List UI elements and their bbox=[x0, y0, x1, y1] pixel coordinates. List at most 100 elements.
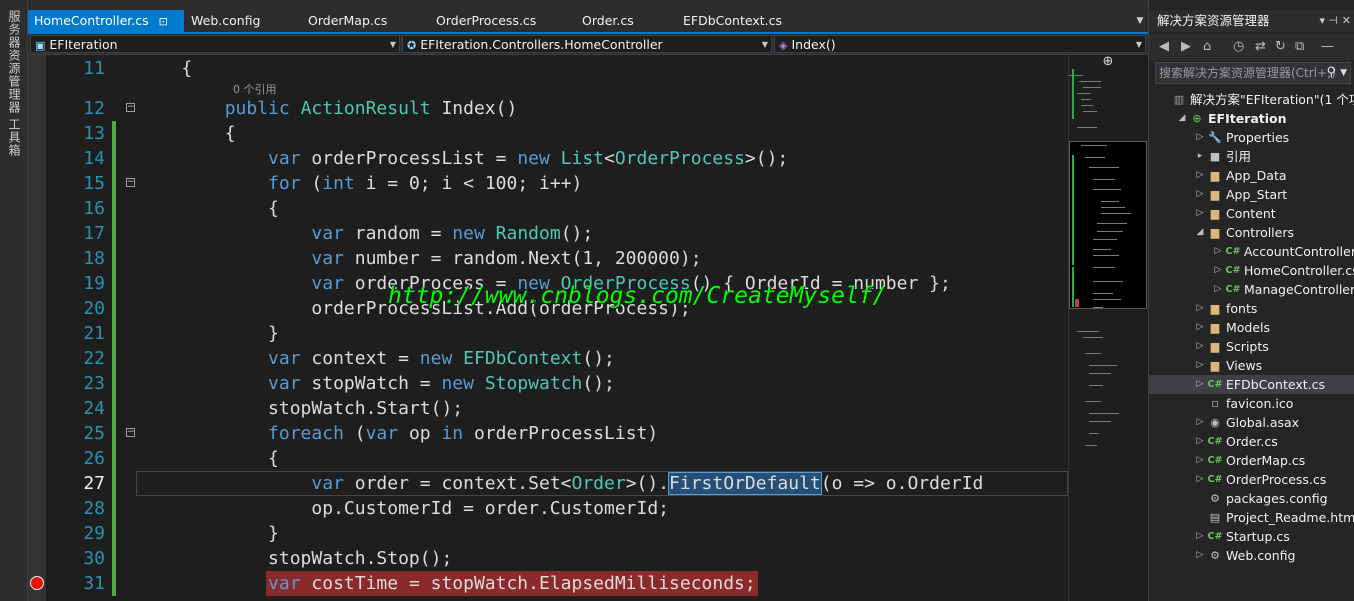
code-text[interactable]: { bbox=[138, 446, 279, 471]
code-text[interactable]: var costTime = stopWatch.ElapsedMillisec… bbox=[138, 571, 756, 596]
collapsed-arrow-icon[interactable]: ▷ bbox=[1195, 375, 1205, 394]
code-text[interactable]: var orderProcessList = new List<OrderPro… bbox=[138, 146, 788, 171]
pin-icon[interactable]: ⊡ bbox=[159, 15, 168, 28]
minimap-scrollbar[interactable]: ⊕ bbox=[1068, 55, 1149, 601]
code-line[interactable]: 31 var costTime = stopWatch.ElapsedMilli… bbox=[28, 571, 1068, 596]
code-text[interactable]: foreach (var op in orderProcessList) bbox=[138, 421, 658, 446]
back-icon[interactable]: ◀ bbox=[1159, 39, 1169, 54]
code-line[interactable]: 27 var order = context.Set<Order>().Firs… bbox=[28, 471, 1068, 496]
code-text[interactable]: { bbox=[138, 121, 236, 146]
window-position-icon[interactable]: ▾ bbox=[1319, 10, 1325, 32]
sync-icon[interactable]: ⇄ bbox=[1255, 39, 1266, 54]
collapsed-arrow-icon[interactable]: ▷ bbox=[1195, 470, 1205, 489]
pending-changes-filter-icon[interactable]: ◷ bbox=[1233, 39, 1244, 54]
tree-item-controllers[interactable]: ◢ ▆ Controllers bbox=[1149, 223, 1354, 242]
code-text[interactable]: var stopWatch = new Stopwatch(); bbox=[138, 371, 615, 396]
collapsed-arrow-icon[interactable]: ▷ bbox=[1195, 337, 1205, 356]
code-line[interactable]: 24 stopWatch.Start(); bbox=[28, 396, 1068, 421]
tree-item-scripts[interactable]: ▷ ▆ Scripts bbox=[1149, 337, 1354, 356]
collapsed-arrow-icon[interactable]: ▸ bbox=[1195, 147, 1205, 166]
code-line[interactable]: 16 { bbox=[28, 196, 1068, 221]
code-line[interactable]: 30 stopWatch.Stop(); bbox=[28, 546, 1068, 571]
collapse-icon[interactable]: − bbox=[126, 428, 135, 437]
tree-item-views[interactable]: ▷ ▆ Views bbox=[1149, 356, 1354, 375]
tree-item-project[interactable]: ◢ ⊕ EFIteration bbox=[1149, 109, 1354, 128]
expanded-arrow-icon[interactable]: ◢ bbox=[1177, 109, 1187, 128]
collapse-icon[interactable]: − bbox=[126, 103, 135, 112]
code-line[interactable]: 28 op.CustomerId = order.CustomerId; bbox=[28, 496, 1068, 521]
code-text[interactable]: var context = new EFDbContext(); bbox=[138, 346, 615, 371]
search-icon[interactable]: ⚲ bbox=[1326, 63, 1336, 83]
collapse-icon[interactable]: − bbox=[126, 178, 135, 187]
tab-efdbcontext[interactable]: EFDbContext.cs bbox=[683, 10, 782, 32]
collapsed-arrow-icon[interactable]: ▷ bbox=[1213, 242, 1223, 261]
solution-search-input[interactable]: 搜索解决方案资源管理器(Ctrl+;) ⚲ ▼ bbox=[1155, 62, 1351, 84]
tree-item-content[interactable]: ▷ ▆ Content bbox=[1149, 204, 1354, 223]
code-line[interactable]: 23 var stopWatch = new Stopwatch(); bbox=[28, 371, 1068, 396]
tab-web-config[interactable]: Web.config bbox=[191, 10, 260, 32]
code-text[interactable]: for (int i = 0; i < 100; i++) bbox=[138, 171, 582, 196]
code-line[interactable]: 29 } bbox=[28, 521, 1068, 546]
code-line[interactable]: 15 − for (int i = 0; i < 100; i++) bbox=[28, 171, 1068, 196]
code-text[interactable]: } bbox=[138, 321, 279, 346]
collapsed-arrow-icon[interactable]: ▷ bbox=[1195, 185, 1205, 204]
code-text[interactable]: } bbox=[138, 521, 279, 546]
tree-item-global-asax[interactable]: ▷ ◉ Global.asax bbox=[1149, 413, 1354, 432]
tree-item-models[interactable]: ▷ ▆ Models bbox=[1149, 318, 1354, 337]
close-icon[interactable]: ✕ bbox=[1342, 10, 1351, 32]
code-text[interactable]: stopWatch.Start(); bbox=[138, 396, 463, 421]
code-text[interactable]: { bbox=[138, 196, 279, 221]
expanded-arrow-icon[interactable]: ◢ bbox=[1195, 223, 1205, 242]
collapsed-arrow-icon[interactable]: ▷ bbox=[1195, 166, 1205, 185]
collapsed-arrow-icon[interactable]: ▷ bbox=[1195, 299, 1205, 318]
collapsed-arrow-icon[interactable]: ▷ bbox=[1195, 451, 1205, 470]
tab-overflow-dropdown-icon[interactable]: ▼ bbox=[1132, 10, 1148, 32]
toolbox-tab[interactable]: 工具箱 bbox=[6, 118, 23, 157]
auto-hide-pin-icon[interactable]: ⊣ bbox=[1328, 10, 1338, 32]
chevron-down-icon[interactable]: ▼ bbox=[1340, 63, 1347, 83]
breakpoint-icon[interactable] bbox=[30, 576, 44, 590]
code-line[interactable]: 13 { bbox=[28, 121, 1068, 146]
code-text[interactable]: var order = context.Set<Order>().FirstOr… bbox=[138, 471, 983, 496]
tree-item-solution[interactable]: ▥ 解决方案"EFIteration"(1 个项目) bbox=[1149, 90, 1354, 109]
refresh-icon[interactable]: ↻ bbox=[1275, 39, 1286, 54]
tree-item--[interactable]: ▸ ■ 引用 bbox=[1149, 147, 1354, 166]
forward-icon[interactable]: ▶ bbox=[1181, 39, 1191, 54]
code-line[interactable]: 12 − public ActionResult Index() bbox=[28, 96, 1068, 121]
code-line[interactable]: 11 { bbox=[28, 56, 1068, 81]
tab-homecontroller[interactable]: HomeController.cs ⊡ ✕ bbox=[28, 10, 184, 51]
code-line[interactable]: 17 var random = new Random(); bbox=[28, 221, 1068, 246]
collapsed-arrow-icon[interactable]: ▷ bbox=[1213, 261, 1223, 280]
code-line[interactable]: 26 { bbox=[28, 446, 1068, 471]
tree-item-packages-config[interactable]: ⚙ packages.config bbox=[1149, 489, 1354, 508]
collapsed-arrow-icon[interactable]: ▷ bbox=[1195, 527, 1205, 546]
tree-item-app-data[interactable]: ▷ ▆ App_Data bbox=[1149, 166, 1354, 185]
split-view-icon[interactable]: ⊕ bbox=[1073, 55, 1143, 69]
code-text[interactable]: { bbox=[138, 56, 192, 81]
home-icon[interactable]: ⌂ bbox=[1203, 39, 1211, 54]
codelens-references[interactable]: 0 个引用 bbox=[233, 81, 277, 97]
code-line[interactable]: 25 − foreach (var op in orderProcessList) bbox=[28, 421, 1068, 446]
tab-order[interactable]: Order.cs bbox=[582, 10, 634, 32]
tree-item-app-start[interactable]: ▷ ▆ App_Start bbox=[1149, 185, 1354, 204]
tree-item-fonts[interactable]: ▷ ▆ fonts bbox=[1149, 299, 1354, 318]
code-text[interactable]: var number = random.Next(1, 200000); bbox=[138, 246, 701, 271]
collapse-all-icon[interactable]: ⧉ bbox=[1295, 39, 1304, 54]
member-dropdown[interactable]: ◈ Index() ▼ bbox=[774, 35, 1146, 53]
code-line[interactable]: 21 } bbox=[28, 321, 1068, 346]
properties-icon[interactable]: — bbox=[1321, 39, 1334, 54]
collapsed-arrow-icon[interactable]: ▷ bbox=[1195, 413, 1205, 432]
tree-item-properties[interactable]: ▷ 🔧 Properties bbox=[1149, 128, 1354, 147]
collapsed-arrow-icon[interactable]: ▷ bbox=[1195, 546, 1205, 565]
code-text[interactable]: op.CustomerId = order.CustomerId; bbox=[138, 496, 669, 521]
code-text[interactable]: var random = new Random(); bbox=[138, 221, 593, 246]
collapsed-arrow-icon[interactable]: ▷ bbox=[1195, 128, 1205, 147]
tab-ordermap[interactable]: OrderMap.cs bbox=[308, 10, 387, 32]
collapsed-arrow-icon[interactable]: ▷ bbox=[1195, 318, 1205, 337]
tree-item-project-readme-html[interactable]: ▤ Project_Readme.html bbox=[1149, 508, 1354, 527]
tree-item-web-config[interactable]: ▷ ⚙ Web.config bbox=[1149, 546, 1354, 565]
tab-orderprocess[interactable]: OrderProcess.cs bbox=[436, 10, 536, 32]
collapsed-arrow-icon[interactable]: ▷ bbox=[1195, 204, 1205, 223]
project-dropdown[interactable]: ▣ EFIteration ▼ bbox=[30, 35, 400, 53]
tree-item-ordermap-cs[interactable]: ▷ C# OrderMap.cs bbox=[1149, 451, 1354, 470]
